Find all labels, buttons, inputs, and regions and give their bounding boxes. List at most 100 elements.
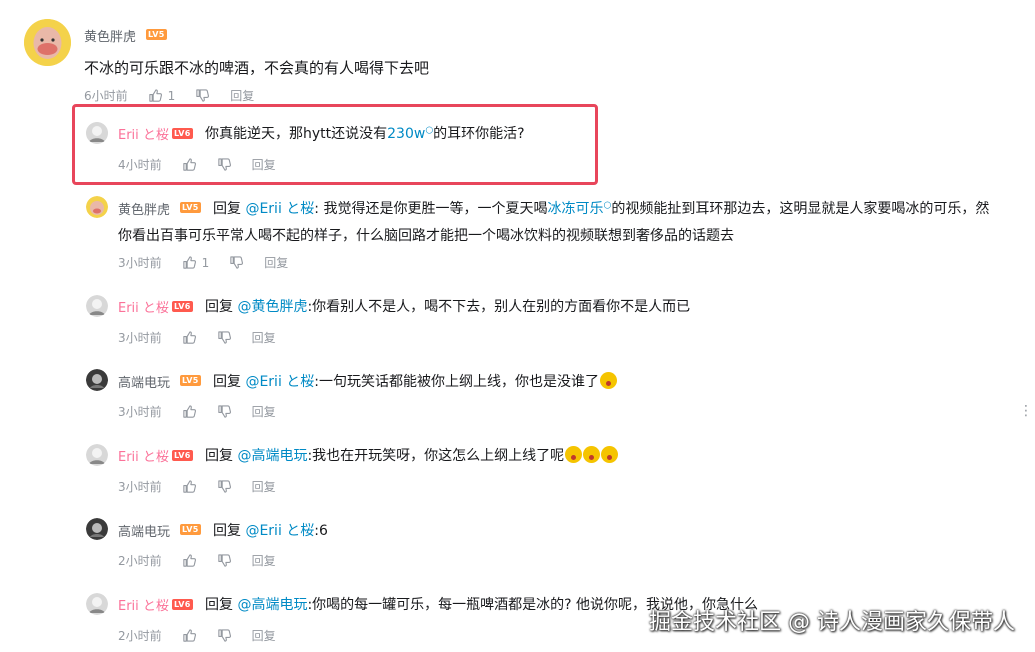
emoji-icon <box>600 372 618 389</box>
avatar[interactable] <box>86 196 108 218</box>
reply-meta: 2小时前 回复 <box>118 627 276 644</box>
reply-mention[interactable]: @Erii と桜 <box>245 201 314 217</box>
avatar[interactable] <box>86 444 108 466</box>
like-icon <box>182 157 197 172</box>
reply-author[interactable]: Erii と桜 <box>118 124 169 143</box>
reply-meta: 3小时前 回复 <box>118 403 276 420</box>
dislike-icon <box>217 628 232 643</box>
dislike-icon <box>217 157 232 172</box>
avatar[interactable] <box>86 518 108 540</box>
like-icon <box>182 628 197 643</box>
reply-link[interactable]: 230w <box>387 126 425 142</box>
avatar[interactable] <box>86 593 108 615</box>
like-button[interactable] <box>182 479 197 494</box>
avatar-image <box>86 369 108 391</box>
reply-time: 3小时前 <box>118 331 162 345</box>
reply-time: 2小时前 <box>118 554 162 568</box>
dislike-icon <box>217 404 232 419</box>
reply-author[interactable]: Erii と桜 <box>118 297 169 316</box>
emoji-icon <box>601 446 619 463</box>
dislike-icon <box>217 330 232 345</box>
dislike-button[interactable] <box>217 628 232 643</box>
dislike-button[interactable] <box>217 404 232 419</box>
link-search-icon: ○ <box>425 125 434 136</box>
avatar-image <box>86 444 108 466</box>
reply-button[interactable]: 回复 <box>252 552 276 569</box>
reply-mention[interactable]: @黄色胖虎 <box>237 299 307 315</box>
reply-button[interactable]: 回复 <box>252 329 276 346</box>
like-icon <box>182 553 197 568</box>
reply-mention[interactable]: @高端电玩 <box>237 597 307 613</box>
level-badge: LV6 <box>172 599 193 610</box>
avatar-image <box>86 518 108 540</box>
reply-author[interactable]: 高端电玩 <box>118 372 170 391</box>
like-button[interactable] <box>182 157 197 172</box>
reply-button[interactable]: 回复 <box>252 478 276 495</box>
reply-author[interactable]: 高端电玩 <box>118 521 170 540</box>
avatar[interactable] <box>86 369 108 391</box>
reply-meta: 3小时前 回复 <box>118 478 276 495</box>
emoji-icon <box>565 446 583 463</box>
reply-text: 回复 @Erii と桜:一句玩笑话都能被你上纲上线，你也是没谁了 <box>213 371 618 391</box>
like-button[interactable]: 1 <box>148 88 176 103</box>
like-count: 1 <box>167 88 176 103</box>
like-button[interactable] <box>182 553 197 568</box>
like-icon <box>182 255 197 270</box>
dislike-button[interactable] <box>217 479 232 494</box>
like-button[interactable] <box>182 628 197 643</box>
reply-time: 3小时前 <box>118 256 162 270</box>
dislike-button[interactable] <box>195 88 210 103</box>
more-icon[interactable]: ⋮ <box>1019 403 1033 419</box>
reply-text: 回复 @Erii と桜:6 <box>213 523 328 539</box>
avatar-image <box>86 295 108 317</box>
watermark: 掘金技术社区 @ 诗人漫画家久保带人 <box>649 610 1015 635</box>
reply-button[interactable]: 回复 <box>264 254 288 271</box>
like-icon <box>182 330 197 345</box>
avatar-image <box>86 593 108 615</box>
dislike-button[interactable] <box>229 255 244 270</box>
like-icon <box>148 88 163 103</box>
reply-button[interactable]: 回复 <box>252 627 276 644</box>
reply-meta: 4小时前 回复 <box>118 156 276 173</box>
avatar[interactable] <box>24 19 71 66</box>
level-badge: LV5 <box>180 375 201 386</box>
level-badge: LV6 <box>172 450 193 461</box>
reply-mention[interactable]: @Erii と桜 <box>245 374 314 390</box>
level-badge: LV5 <box>180 202 201 213</box>
like-button[interactable]: 1 <box>182 255 210 270</box>
reply-mention[interactable]: @Erii と桜 <box>245 523 314 539</box>
dislike-button[interactable] <box>217 330 232 345</box>
reply-author[interactable]: Erii と桜 <box>118 595 169 614</box>
like-button[interactable] <box>182 404 197 419</box>
reply-meta: 3小时前 1 回复 <box>118 254 288 271</box>
dislike-icon <box>195 88 210 103</box>
avatar[interactable] <box>86 295 108 317</box>
reply-time: 3小时前 <box>118 405 162 419</box>
avatar[interactable] <box>86 122 108 144</box>
level-badge: LV6 <box>172 128 193 139</box>
reply-button[interactable]: 回复 <box>252 156 276 173</box>
dislike-button[interactable] <box>217 157 232 172</box>
emoji-icon <box>583 446 601 463</box>
reply-time: 3小时前 <box>118 480 162 494</box>
reply-meta: 2小时前 回复 <box>118 552 276 569</box>
dislike-button[interactable] <box>217 553 232 568</box>
reply-text: 你真能逆天，那hytt还说没有230w○的耳环你能活? <box>205 125 525 142</box>
avatar-image <box>24 19 71 66</box>
comment-meta: 6小时前 1 回复 <box>84 87 254 104</box>
like-icon <box>182 404 197 419</box>
reply-author[interactable]: 黄色胖虎 <box>118 199 170 218</box>
level-badge: LV6 <box>172 301 193 312</box>
like-button[interactable] <box>182 330 197 345</box>
reply-text: 回复 @黄色胖虎:你看别人不是人，喝不下去，别人在别的方面看你不是人而已 <box>205 299 691 315</box>
reply-button[interactable]: 回复 <box>230 87 254 104</box>
like-icon <box>182 479 197 494</box>
reply-mention[interactable]: @高端电玩 <box>237 448 307 464</box>
comment-author[interactable]: 黄色胖虎 <box>84 26 136 45</box>
reply-author[interactable]: Erii と桜 <box>118 446 169 465</box>
reply-text-line2: 你看出百事可乐平常人喝不起的样子，什么脑回路才能把一个喝冰饮料的视频联想到奢侈品… <box>118 228 734 244</box>
like-count: 1 <box>201 255 210 270</box>
reply-button[interactable]: 回复 <box>252 403 276 420</box>
reply-link[interactable]: 冰冻可乐 <box>547 201 603 217</box>
level-badge: LV5 <box>180 524 201 535</box>
